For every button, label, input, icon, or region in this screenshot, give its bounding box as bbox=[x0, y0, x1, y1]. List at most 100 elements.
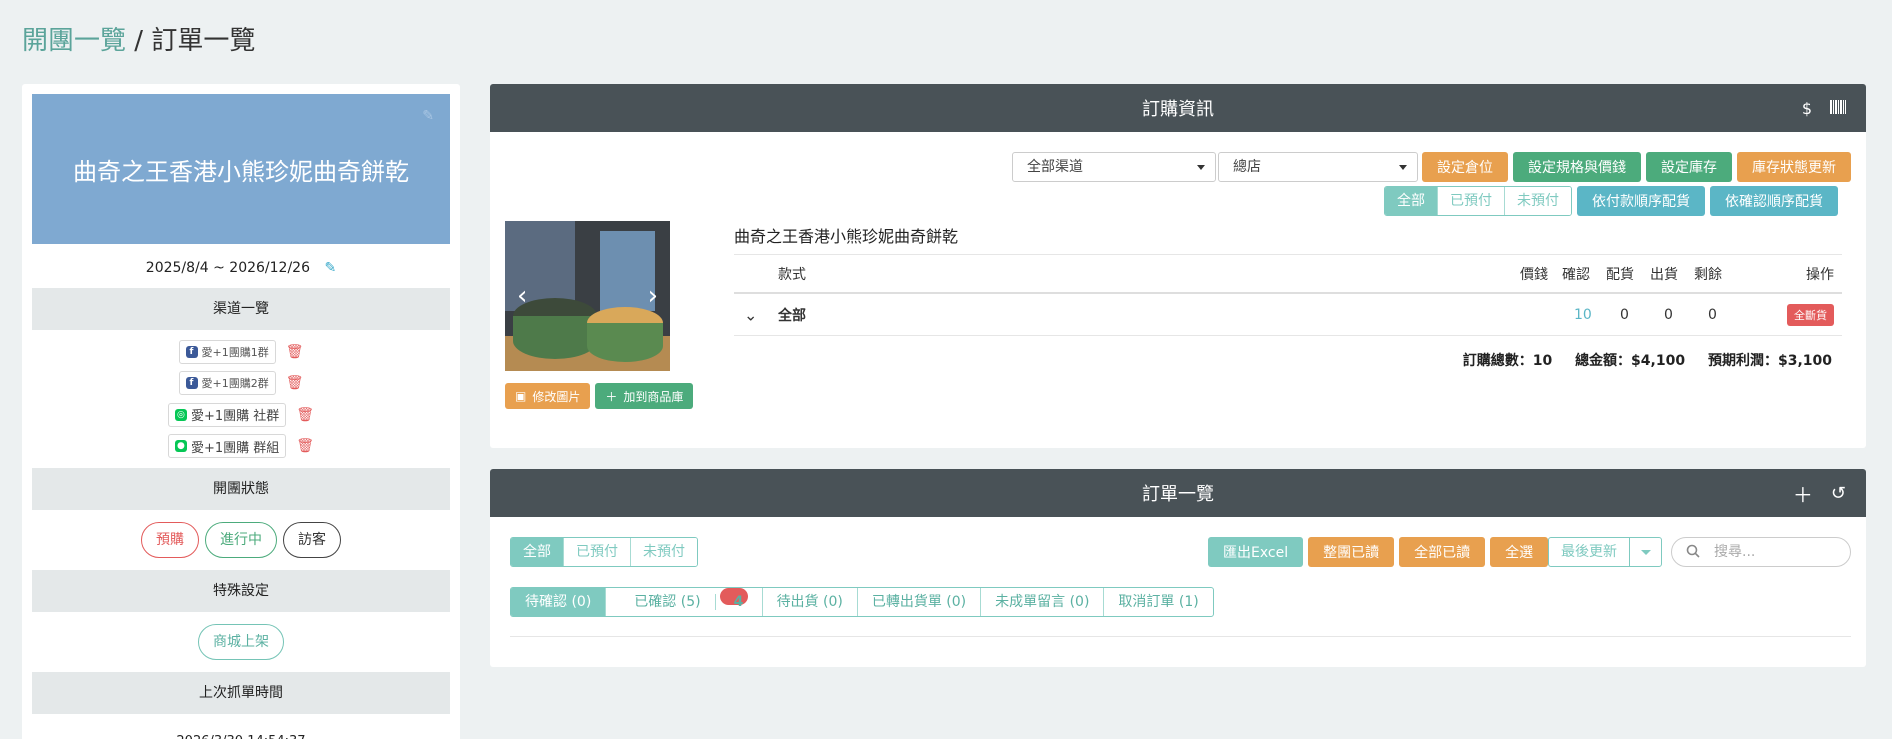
purchase-info-card: 訂購資訊 $ 全部渠道 總店 設定倉位 設定規格與價錢 設定庫存 庫存狀態更新 … bbox=[490, 84, 1866, 448]
stock-update-button[interactable]: 庫存狀態更新 bbox=[1737, 152, 1851, 182]
special-options: 商城上架 bbox=[32, 612, 450, 672]
row-shipped: 0 bbox=[1664, 306, 1673, 323]
out-of-stock-button[interactable]: 全斷貨 bbox=[1787, 303, 1834, 326]
line-community-icon: ◎ bbox=[174, 408, 187, 421]
export-excel-button[interactable]: 匯出Excel bbox=[1208, 537, 1304, 567]
search-icon bbox=[1686, 544, 1700, 558]
group-read-button[interactable]: 整團已讀 bbox=[1308, 537, 1395, 567]
add-to-library-button[interactable]: ＋ 加到商品庫 bbox=[595, 383, 694, 409]
set-stock-button[interactable]: 設定庫存 bbox=[1646, 152, 1732, 182]
channel-item: f 愛+1團購2群 🗑 bbox=[32, 368, 450, 400]
purchase-header-icons: $ bbox=[1802, 84, 1846, 132]
allocate-by-payment-button[interactable]: 依付款順序配貨 bbox=[1577, 186, 1705, 216]
order-payment-filter: 全部 已預付 未預付 bbox=[510, 537, 698, 567]
col-remaining: 剩餘 bbox=[1694, 266, 1722, 283]
filter-all[interactable]: 全部 bbox=[1385, 187, 1438, 215]
trash-icon[interactable]: 🗑 bbox=[286, 375, 304, 391]
product-name: 曲奇之王香港小熊珍妮曲奇餅乾 bbox=[734, 227, 959, 246]
channel-label: 愛+1團購 社群 bbox=[190, 409, 280, 425]
chevron-down-icon[interactable] bbox=[1629, 538, 1661, 566]
last-fetch-section-title: 上次抓單時間 bbox=[32, 672, 450, 714]
channel-chip[interactable]: ● 愛+1團購 群組 bbox=[167, 434, 287, 459]
cover-edit-icon[interactable]: ✎ bbox=[422, 108, 434, 124]
channel-chip[interactable]: f 愛+1團購2群 bbox=[178, 371, 276, 396]
line-group-icon: ● bbox=[174, 440, 187, 453]
channels-section-title: 渠道一覽 bbox=[32, 288, 450, 330]
store-select[interactable]: 總店 bbox=[1218, 152, 1418, 182]
plus-icon: ＋ bbox=[605, 389, 618, 404]
facebook-icon: f bbox=[185, 345, 198, 358]
tab-shipped[interactable]: 已轉出貨單 (0) bbox=[858, 588, 982, 616]
channel-item: ● 愛+1團購 群組 🗑 bbox=[32, 431, 450, 463]
breadcrumb-link-groups[interactable]: 開團一覽 bbox=[22, 26, 126, 56]
store-select-value: 總店 bbox=[1233, 159, 1261, 175]
order-summary: 訂購總數：10 總金額：$4,100 預期利潤：$3,100 bbox=[1445, 350, 1832, 370]
sort-value: 最後更新 bbox=[1561, 544, 1617, 560]
order-filter-unpaid[interactable]: 未預付 bbox=[631, 538, 697, 566]
carousel-next-icon[interactable]: › bbox=[648, 281, 658, 311]
set-location-button[interactable]: 設定倉位 bbox=[1422, 152, 1508, 182]
tab-confirmed[interactable]: 已確認 (5) 4 bbox=[606, 588, 763, 616]
sort-dropdown[interactable]: 最後更新 bbox=[1548, 537, 1662, 567]
summary-total-amount: 總金額：$4,100 bbox=[1575, 353, 1686, 369]
col-action: 操作 bbox=[1806, 266, 1834, 283]
shop-listing-pill[interactable]: 商城上架 bbox=[198, 624, 284, 660]
status-options: 預購 進行中 訪客 bbox=[32, 510, 450, 570]
chevron-down-icon[interactable]: ⌄ bbox=[744, 305, 757, 324]
search-placeholder: 搜尋... bbox=[1714, 544, 1756, 560]
row-spec: 全部 bbox=[778, 307, 806, 324]
col-confirmed: 確認 bbox=[1562, 266, 1590, 283]
cover-title: 曲奇之王香港小熊珍妮曲奇餅乾 bbox=[73, 157, 409, 186]
summary-total-orders: 訂購總數：10 bbox=[1462, 353, 1553, 369]
dollar-icon[interactable]: $ bbox=[1802, 99, 1812, 118]
row-allocated: 0 bbox=[1620, 306, 1629, 323]
allocate-by-confirm-button[interactable]: 依確認順序配貨 bbox=[1710, 186, 1838, 216]
group-info-panel: 曲奇之王香港小熊珍妮曲奇餅乾 ✎ 2025/8/4 ~ 2026/12/26 ✎… bbox=[22, 84, 460, 739]
trash-icon[interactable]: 🗑 bbox=[296, 407, 314, 423]
tab-to-ship[interactable]: 待出貨 (0) bbox=[763, 588, 858, 616]
order-filter-all[interactable]: 全部 bbox=[511, 538, 564, 566]
date-range: 2025/8/4 ~ 2026/12/26 ✎ bbox=[32, 260, 450, 276]
col-price: 價錢 bbox=[1520, 266, 1548, 283]
breadcrumb: 開團一覽 / 訂單一覽 bbox=[22, 20, 255, 57]
edit-date-pencil-icon[interactable]: ✎ bbox=[324, 260, 336, 276]
filter-unpaid[interactable]: 未預付 bbox=[1505, 187, 1571, 215]
filter-prepaid[interactable]: 已預付 bbox=[1438, 187, 1505, 215]
payment-filter-row: 全部 已預付 未預付 依付款順序配貨 依確認順序配貨 bbox=[1384, 186, 1838, 216]
trash-icon[interactable]: 🗑 bbox=[296, 438, 314, 454]
col-allocated: 配貨 bbox=[1606, 266, 1634, 283]
trash-icon[interactable]: 🗑 bbox=[286, 344, 304, 360]
channel-chip[interactable]: ◎ 愛+1團購 社群 bbox=[167, 402, 287, 427]
chevron-down-icon bbox=[1197, 165, 1205, 170]
page-title: 訂單一覽 bbox=[151, 26, 256, 56]
cover-banner: 曲奇之王香港小熊珍妮曲奇餅乾 ✎ bbox=[32, 94, 450, 244]
add-library-label: 加到商品庫 bbox=[623, 389, 684, 404]
tab-pending[interactable]: 待確認 (0) bbox=[511, 588, 607, 616]
divider bbox=[510, 636, 1851, 637]
barcode-icon[interactable] bbox=[1830, 99, 1846, 118]
channel-select[interactable]: 全部渠道 bbox=[1012, 152, 1216, 182]
visitor-pill[interactable]: 訪客 bbox=[283, 522, 341, 558]
preorder-pill[interactable]: 預購 bbox=[141, 522, 199, 558]
product-image-carousel: ‹ › bbox=[505, 221, 670, 371]
ongoing-pill[interactable]: 進行中 bbox=[205, 522, 277, 558]
order-filter-prepaid[interactable]: 已預付 bbox=[564, 538, 631, 566]
channel-list: f 愛+1團購1群 🗑 f 愛+1團購2群 🗑 ◎ 愛+1團購 社群 🗑 ● 愛+1團購… bbox=[32, 330, 450, 468]
edit-image-button[interactable]: ▣ 修改圖片 bbox=[505, 383, 591, 409]
refresh-icon[interactable]: ↺ bbox=[1831, 483, 1846, 504]
order-list-card: 訂單一覽 ＋ ↺ 全部 已預付 未預付 匯出Excel 整團已讀 全部已讀 全選… bbox=[490, 469, 1866, 667]
set-spec-button[interactable]: 設定規格與價錢 bbox=[1513, 152, 1641, 182]
edit-image-label: 修改圖片 bbox=[532, 389, 581, 404]
chevron-down-icon bbox=[1399, 165, 1407, 170]
row-confirmed[interactable]: 10 bbox=[1574, 307, 1592, 323]
carousel-prev-icon[interactable]: ‹ bbox=[517, 281, 527, 311]
select-all-button[interactable]: 全選 bbox=[1490, 537, 1549, 567]
search-input[interactable]: 搜尋... bbox=[1671, 537, 1851, 567]
tab-cancelled[interactable]: 取消訂單 (1) bbox=[1104, 588, 1212, 616]
all-read-button[interactable]: 全部已讀 bbox=[1399, 537, 1486, 567]
summary-profit: 預期利潤：$3,100 bbox=[1707, 353, 1832, 369]
channel-chip[interactable]: f 愛+1團購1群 bbox=[178, 339, 276, 364]
add-icon[interactable]: ＋ bbox=[1793, 479, 1813, 508]
channel-select-value: 全部渠道 bbox=[1027, 159, 1083, 175]
tab-uncommitted-comments[interactable]: 未成單留言 (0) bbox=[981, 588, 1105, 616]
